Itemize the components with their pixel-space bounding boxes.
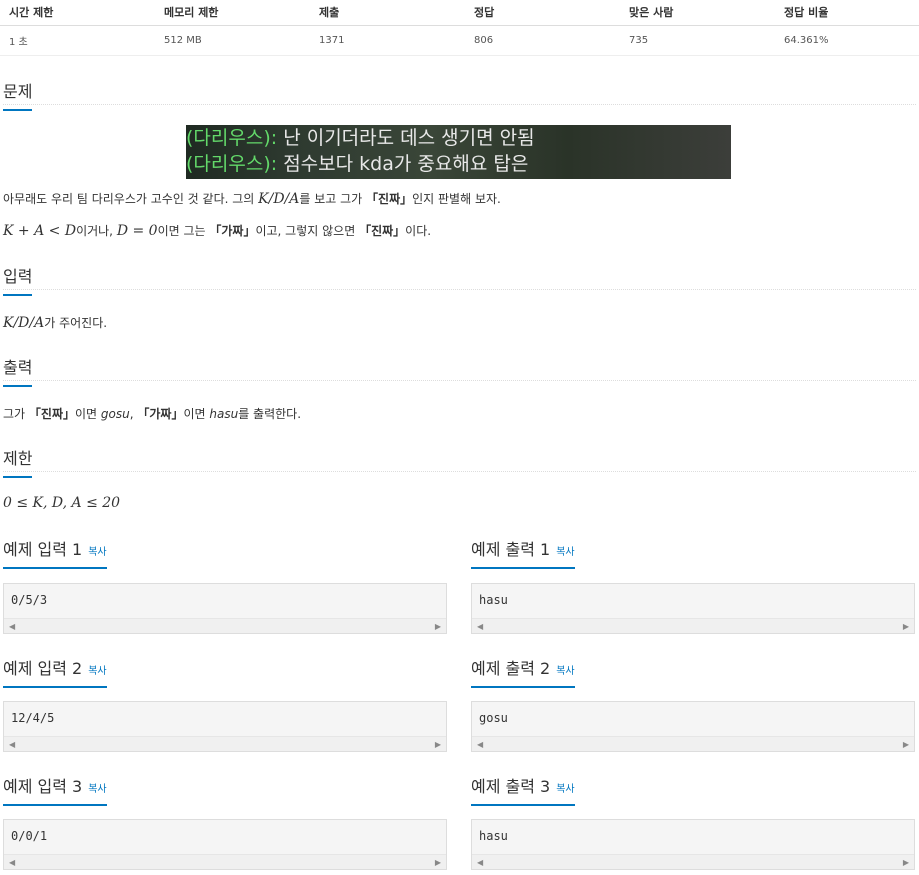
- problem-image: (다리우스): 난 이기더라도 데스 생기면 안됨 (다리우스): 점수보다 k…: [186, 125, 731, 179]
- scroll-left-icon[interactable]: ◀: [477, 740, 483, 749]
- horizontal-scrollbar[interactable]: [472, 618, 914, 633]
- copy-button[interactable]: 복사: [88, 666, 106, 677]
- sample-input-2-box[interactable]: 12/4/5 ◀ ▶: [3, 701, 447, 752]
- scroll-right-icon[interactable]: ▶: [435, 858, 441, 867]
- copy-button[interactable]: 복사: [556, 784, 574, 795]
- info-header-row: 시간 제한 메모리 제한 제출 정답 맞은 사람 정답 비율: [0, 0, 919, 26]
- sample-output-2-title: 예제 출력 2 복사: [471, 655, 575, 688]
- value-solved-users: 735: [620, 25, 775, 56]
- value-memory-limit: 512 MB: [155, 25, 310, 56]
- sample-output-3-title: 예제 출력 3 복사: [471, 773, 575, 806]
- scroll-right-icon[interactable]: ▶: [435, 740, 441, 749]
- section-divider: [3, 104, 916, 105]
- scroll-right-icon[interactable]: ▶: [903, 858, 909, 867]
- header-submissions: 제출: [310, 0, 465, 26]
- header-memory-limit: 메모리 제한: [155, 0, 310, 26]
- sample-input-2-title: 예제 입력 2 복사: [3, 655, 107, 688]
- sample-output-1-box[interactable]: hasu ◀ ▶: [471, 583, 915, 634]
- sample-output-1-title: 예제 출력 1 복사: [471, 536, 575, 569]
- copy-button[interactable]: 복사: [88, 784, 106, 795]
- sample-output-3-box[interactable]: hasu ◀ ▶: [471, 819, 915, 870]
- header-solved-users: 맞은 사람: [620, 0, 775, 26]
- section-title-input: 입력: [3, 263, 33, 296]
- problem-paragraph-2: K + A < D이거나, D = 0이면 그는 「가짜」이고, 그렇지 않으면…: [3, 223, 432, 239]
- limit-description: 0 ≤ K, D, A ≤ 20: [3, 495, 121, 511]
- scroll-left-icon[interactable]: ◀: [9, 858, 15, 867]
- sample-input-3-title: 예제 입력 3 복사: [3, 773, 107, 806]
- output-description: 그가 「진짜」이면 gosu, 「가짜」이면 hasu를 출력한다.: [3, 407, 302, 421]
- input-description: K/D/A가 주어진다.: [3, 315, 108, 331]
- horizontal-scrollbar[interactable]: [4, 736, 446, 751]
- scroll-left-icon[interactable]: ◀: [9, 622, 15, 631]
- scroll-right-icon[interactable]: ▶: [903, 740, 909, 749]
- section-title-limit: 제한: [3, 445, 33, 478]
- banner-line-2: (다리우스): 점수보다 kda가 중요해요 탑은: [186, 153, 529, 175]
- section-divider: [3, 471, 916, 472]
- header-accepted: 정답: [465, 0, 620, 26]
- scroll-left-icon[interactable]: ◀: [477, 622, 483, 631]
- value-time-limit: 1 초: [0, 25, 155, 56]
- horizontal-scrollbar[interactable]: [4, 854, 446, 869]
- copy-button[interactable]: 복사: [88, 547, 106, 558]
- section-divider: [3, 289, 916, 290]
- header-time-limit: 시간 제한: [0, 0, 155, 26]
- scroll-left-icon[interactable]: ◀: [9, 740, 15, 749]
- sample-input-1-box[interactable]: 0/5/3 ◀ ▶: [3, 583, 447, 634]
- info-value-row: 1 초 512 MB 1371 806 735 64.361%: [0, 25, 919, 56]
- sample-input-1-title: 예제 입력 1 복사: [3, 536, 107, 569]
- value-submissions: 1371: [310, 25, 465, 56]
- horizontal-scrollbar[interactable]: [472, 736, 914, 751]
- sample-output-2-box[interactable]: gosu ◀ ▶: [471, 701, 915, 752]
- copy-button[interactable]: 복사: [556, 666, 574, 677]
- value-accept-ratio: 64.361%: [775, 25, 919, 56]
- header-accept-ratio: 정답 비율: [775, 0, 919, 26]
- scroll-left-icon[interactable]: ◀: [477, 858, 483, 867]
- problem-paragraph-1: 아무래도 우리 팀 다리우스가 고수인 것 같다. 그의 K/D/A를 보고 그…: [3, 191, 501, 207]
- scroll-right-icon[interactable]: ▶: [903, 622, 909, 631]
- value-accepted: 806: [465, 25, 620, 56]
- section-divider: [3, 380, 916, 381]
- section-title-output: 출력: [3, 354, 33, 387]
- scroll-right-icon[interactable]: ▶: [435, 622, 441, 631]
- section-title-problem: 문제: [3, 78, 33, 111]
- horizontal-scrollbar[interactable]: [472, 854, 914, 869]
- sample-input-3-box[interactable]: 0/0/1 ◀ ▶: [3, 819, 447, 870]
- copy-button[interactable]: 복사: [556, 547, 574, 558]
- problem-info-table: 시간 제한 메모리 제한 제출 정답 맞은 사람 정답 비율 1 초 512 M…: [0, 0, 919, 56]
- banner-line-1: (다리우스): 난 이기더라도 데스 생기면 안됨: [186, 127, 535, 149]
- horizontal-scrollbar[interactable]: [4, 618, 446, 633]
